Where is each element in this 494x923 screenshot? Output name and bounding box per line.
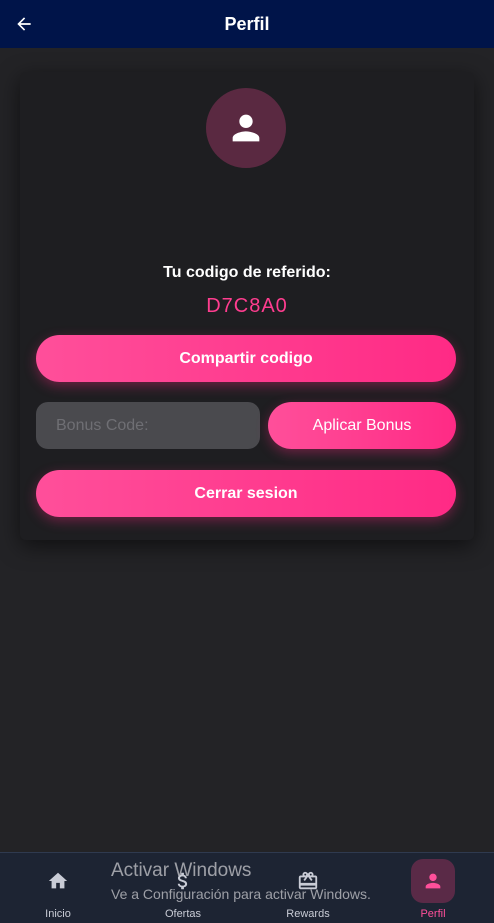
- nav-label-ofertas: Ofertas: [164, 908, 202, 920]
- referral-label: Tu codigo de referido:: [163, 264, 331, 281]
- nav-item-inicio[interactable]: Inicio: [8, 853, 108, 923]
- referral-code: D7C8A0: [206, 295, 288, 317]
- gift-icon: [298, 871, 318, 890]
- person-icon: [425, 873, 441, 889]
- nav-label-perfil: Perfil: [420, 908, 446, 920]
- nav-label-rewards: Rewards: [286, 908, 330, 920]
- nav-label-inicio: Inicio: [45, 908, 71, 920]
- avatar: [206, 88, 286, 168]
- page-title: Perfil: [224, 13, 270, 34]
- logout-button[interactable]: Cerrar sesion: [36, 470, 456, 517]
- person-icon: [232, 114, 260, 142]
- arrow-left-icon: [17, 17, 31, 31]
- nav-item-perfil[interactable]: Perfil: [383, 853, 483, 923]
- bonus-code-input[interactable]: [36, 402, 260, 449]
- back-button[interactable]: [12, 12, 36, 36]
- apply-bonus-button[interactable]: Aplicar Bonus: [268, 402, 456, 449]
- dollar-icon: [177, 872, 188, 890]
- home-icon: [48, 872, 68, 889]
- app-bar: Perfil: [0, 0, 494, 48]
- bottom-navigation: Inicio Ofertas Rewards Perfil: [0, 852, 494, 923]
- nav-item-rewards[interactable]: Rewards: [258, 853, 358, 923]
- share-code-button[interactable]: Compartir codigo: [36, 335, 456, 382]
- nav-item-ofertas[interactable]: Ofertas: [133, 853, 233, 923]
